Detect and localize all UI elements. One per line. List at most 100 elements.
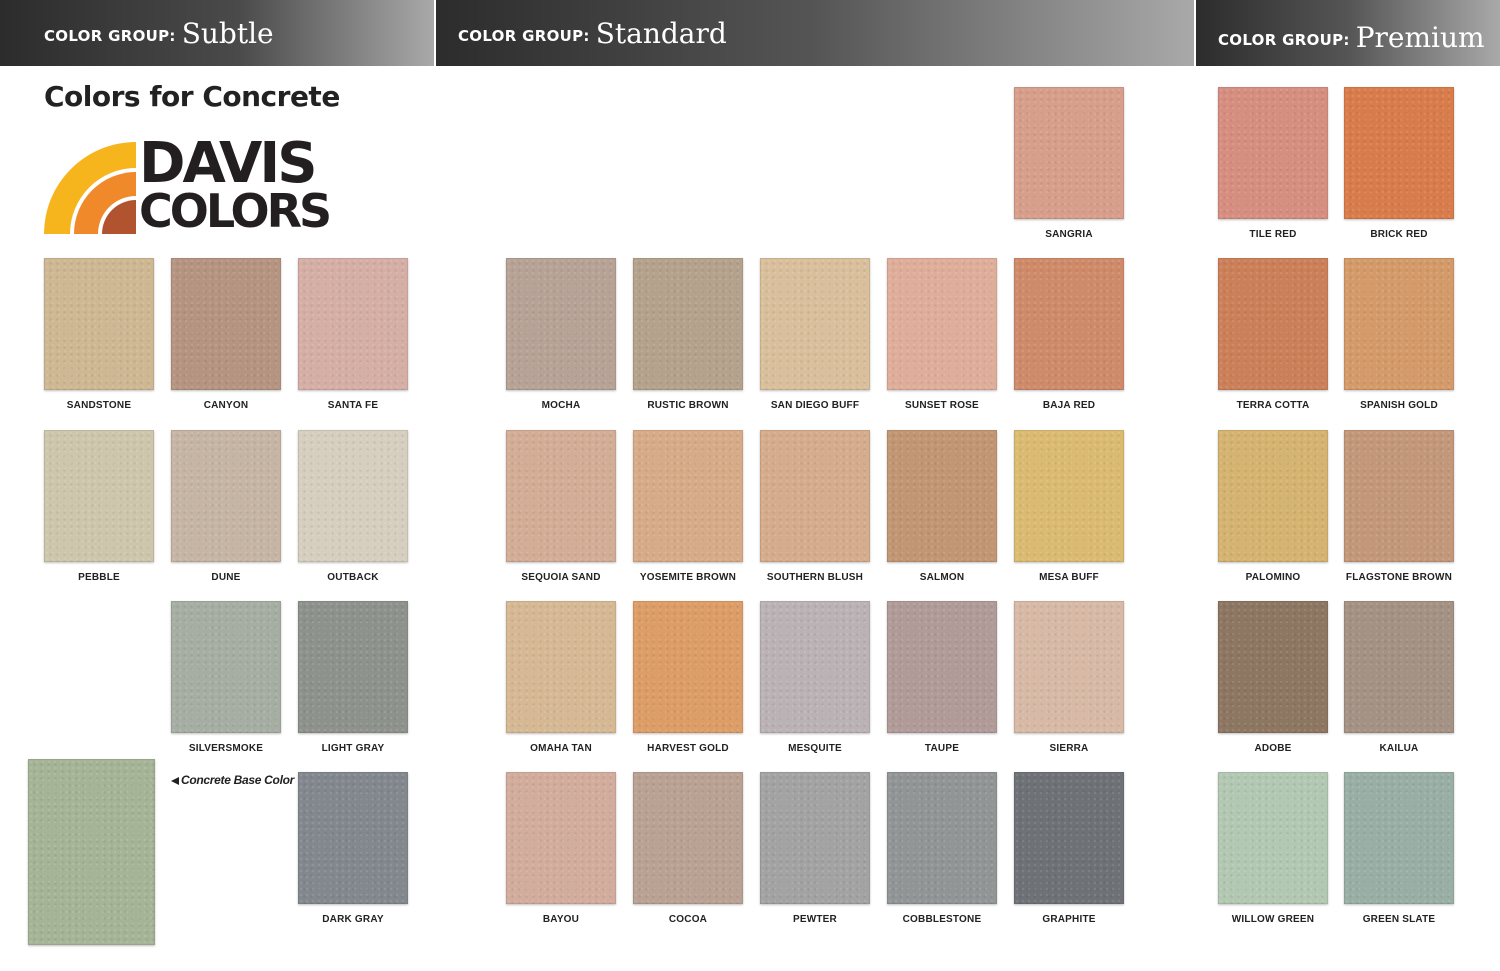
swatch-canyon: CANYON bbox=[171, 258, 281, 411]
swatch-harvest-gold: HARVEST GOLD bbox=[633, 601, 743, 754]
swatch-dune: DUNE bbox=[171, 430, 281, 583]
swatch-santa-fe: SANTA FE bbox=[298, 258, 408, 411]
color-chip bbox=[44, 430, 154, 562]
swatch-mocha: MOCHA bbox=[506, 258, 616, 411]
color-chip bbox=[1218, 87, 1328, 219]
color-group-prefix: COLOR GROUP: bbox=[44, 27, 176, 45]
swatch-label: OUTBACK bbox=[327, 572, 379, 583]
color-chip bbox=[633, 258, 743, 390]
swatch-mesa-buff: MESA BUFF bbox=[1014, 430, 1124, 583]
color-chip bbox=[1218, 601, 1328, 733]
swatch-light-gray: LIGHT GRAY bbox=[298, 601, 408, 754]
color-chip bbox=[1014, 430, 1124, 562]
color-chip bbox=[1014, 601, 1124, 733]
swatch-sunset-rose: SUNSET ROSE bbox=[887, 258, 997, 411]
color-chip bbox=[298, 601, 408, 733]
swatch-cocoa: COCOA bbox=[633, 772, 743, 925]
swatch-label: BAJA RED bbox=[1042, 400, 1096, 411]
color-chip bbox=[298, 430, 408, 562]
color-chip bbox=[633, 772, 743, 904]
color-chip bbox=[506, 601, 616, 733]
color-chip bbox=[171, 601, 281, 733]
color-chip bbox=[1344, 772, 1454, 904]
swatch-san-diego-buff: SAN DIEGO BUFF bbox=[760, 258, 870, 411]
swatch-sandstone: SANDSTONE bbox=[44, 258, 154, 411]
swatch-sierra: SIERRA bbox=[1014, 601, 1124, 754]
color-chip bbox=[1344, 601, 1454, 733]
color-group-name: Standard bbox=[595, 16, 727, 50]
swatch-label: LIGHT GRAY bbox=[321, 743, 385, 754]
color-chip bbox=[1014, 87, 1124, 219]
color-chip bbox=[1344, 87, 1454, 219]
swatch-baja-red: BAJA RED bbox=[1014, 258, 1124, 411]
swatch-taupe: TAUPE bbox=[887, 601, 997, 754]
swatch-label: GREEN SLATE bbox=[1362, 914, 1436, 925]
swatch-brick-red: BRICK RED bbox=[1344, 87, 1454, 240]
swatch-flagstone-brown: FLAGSTONE BROWN bbox=[1344, 430, 1454, 583]
color-chip bbox=[887, 258, 997, 390]
concrete-base-color-caption: Concrete Base Color bbox=[171, 773, 294, 787]
swatch-label: DARK GRAY bbox=[322, 914, 384, 925]
swatch-label: SPANISH GOLD bbox=[1360, 400, 1438, 411]
arrow-left-icon bbox=[171, 776, 179, 785]
swatch-spanish-gold: SPANISH GOLD bbox=[1344, 258, 1454, 411]
swatch-bayou: BAYOU bbox=[506, 772, 616, 925]
swatch-omaha-tan: OMAHA TAN bbox=[506, 601, 616, 754]
swatch-sequoia-sand: SEQUOIA SAND bbox=[506, 430, 616, 583]
swatch-terra-cotta: TERRA COTTA bbox=[1218, 258, 1328, 411]
swatch-green-slate: GREEN SLATE bbox=[1344, 772, 1454, 925]
swatch-yosemite-brown: YOSEMITE BROWN bbox=[633, 430, 743, 583]
swatch-label: MESA BUFF bbox=[1039, 572, 1099, 583]
color-chip bbox=[1218, 258, 1328, 390]
swatch-label: SANGRIA bbox=[1045, 229, 1093, 240]
swatch-graphite: GRAPHITE bbox=[1014, 772, 1124, 925]
color-chip bbox=[44, 258, 154, 390]
color-chip bbox=[760, 430, 870, 562]
rainbow-arc-icon bbox=[44, 142, 136, 234]
base-color-caption-text: Concrete Base Color bbox=[181, 773, 294, 787]
swatch-salmon: SALMON bbox=[887, 430, 997, 583]
swatch-label: SIERRA bbox=[1049, 743, 1089, 754]
color-chip bbox=[298, 258, 408, 390]
swatch-adobe: ADOBE bbox=[1218, 601, 1328, 754]
color-chip bbox=[1014, 258, 1124, 390]
page-title: Colors for Concrete bbox=[44, 80, 340, 113]
swatch-dark-gray: DARK GRAY bbox=[298, 772, 408, 925]
davis-colors-logo: DAVIS COLORS bbox=[44, 136, 334, 238]
color-chip bbox=[1218, 772, 1328, 904]
swatch-label: SANTA FE bbox=[327, 400, 379, 411]
color-chip bbox=[1344, 430, 1454, 562]
color-chip bbox=[1014, 772, 1124, 904]
color-chip bbox=[1344, 258, 1454, 390]
swatch-pewter: PEWTER bbox=[760, 772, 870, 925]
color-chip bbox=[760, 772, 870, 904]
color-group-header-standard: COLOR GROUP: Standard bbox=[436, 0, 1194, 66]
color-group-name: Premium bbox=[1355, 20, 1485, 54]
swatch-label: KAILUA bbox=[1379, 743, 1419, 754]
color-chip bbox=[506, 258, 616, 390]
logo-wordmark-line2: COLORS bbox=[139, 184, 332, 238]
swatch-label: BRICK RED bbox=[1370, 229, 1428, 240]
color-group-prefix: COLOR GROUP: bbox=[458, 27, 590, 45]
swatch-southern-blush: SOUTHERN BLUSH bbox=[760, 430, 870, 583]
swatch-silversmoke: SILVERSMOKE bbox=[171, 601, 281, 754]
color-chip bbox=[633, 601, 743, 733]
color-chip bbox=[760, 258, 870, 390]
color-chip bbox=[171, 258, 281, 390]
swatch-sangria: SANGRIA bbox=[1014, 87, 1124, 240]
color-chip bbox=[506, 430, 616, 562]
color-chip bbox=[887, 430, 997, 562]
swatch-palomino: PALOMINO bbox=[1218, 430, 1328, 583]
swatch-outback: OUTBACK bbox=[298, 430, 408, 583]
swatch-willow-green: WILLOW GREEN bbox=[1218, 772, 1328, 925]
color-chip bbox=[760, 601, 870, 733]
swatch-pebble: PEBBLE bbox=[44, 430, 154, 583]
color-chip bbox=[298, 772, 408, 904]
color-group-prefix: COLOR GROUP: bbox=[1218, 31, 1350, 49]
color-group-header-subtle: COLOR GROUP: Subtle bbox=[0, 0, 434, 66]
swatch-mesquite: MESQUITE bbox=[760, 601, 870, 754]
color-chip bbox=[887, 601, 997, 733]
swatch-kailua: KAILUA bbox=[1344, 601, 1454, 754]
color-chip bbox=[1218, 430, 1328, 562]
swatch-label: FLAGSTONE BROWN bbox=[1345, 572, 1453, 583]
